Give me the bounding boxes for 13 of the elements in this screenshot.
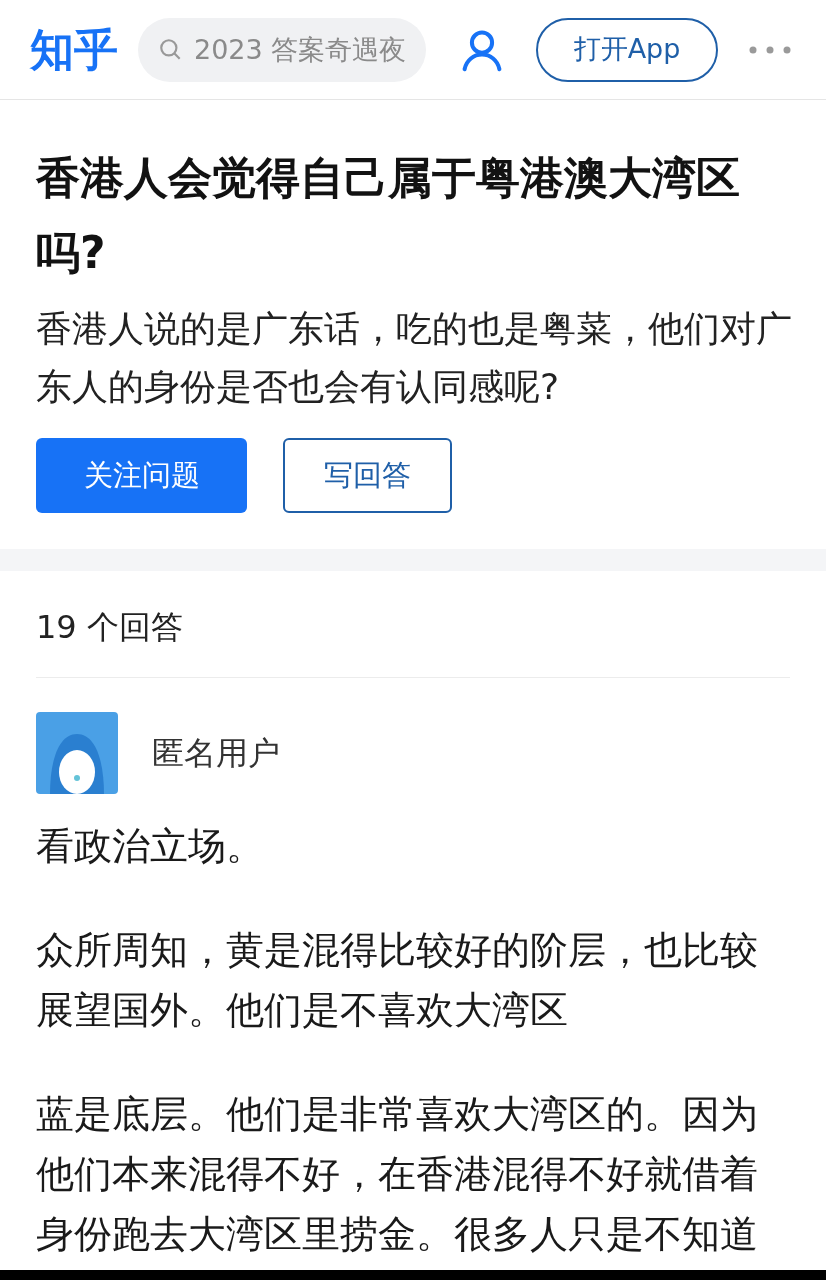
- search-field[interactable]: 2023 答案奇遇夜: [138, 17, 426, 82]
- author-name[interactable]: 匿名用户: [152, 729, 280, 777]
- more-icon[interactable]: [748, 44, 792, 55]
- answer-paragraph: 看政治立场。: [36, 823, 265, 870]
- question-description: 香港人说的是广东话，吃的也是粤菜，他们对广东人的身份是否也会有认同感呢?: [36, 307, 793, 409]
- logo[interactable]: 知乎: [30, 27, 118, 72]
- open-app-button[interactable]: 打开App: [536, 17, 718, 82]
- answer-paragraph: 众所周知，黄是混得比较好的阶层，也比较展望国外。他们是不喜欢大湾区: [36, 927, 759, 1034]
- question-title: 香港人会觉得自己属于粤港澳大湾区吗?: [36, 151, 741, 280]
- answer-button[interactable]: 写回答: [283, 438, 452, 513]
- answer-count: 19 个回答: [36, 603, 790, 678]
- answer-paragraph: 蓝是底层。他们是非常喜欢大湾区的。因为他们本来混得不好，在香港混得不好就借着身份跑去大湾区里捞金。很多人只是不知道: [36, 1091, 759, 1258]
- follow-button[interactable]: 关注问题: [36, 438, 247, 513]
